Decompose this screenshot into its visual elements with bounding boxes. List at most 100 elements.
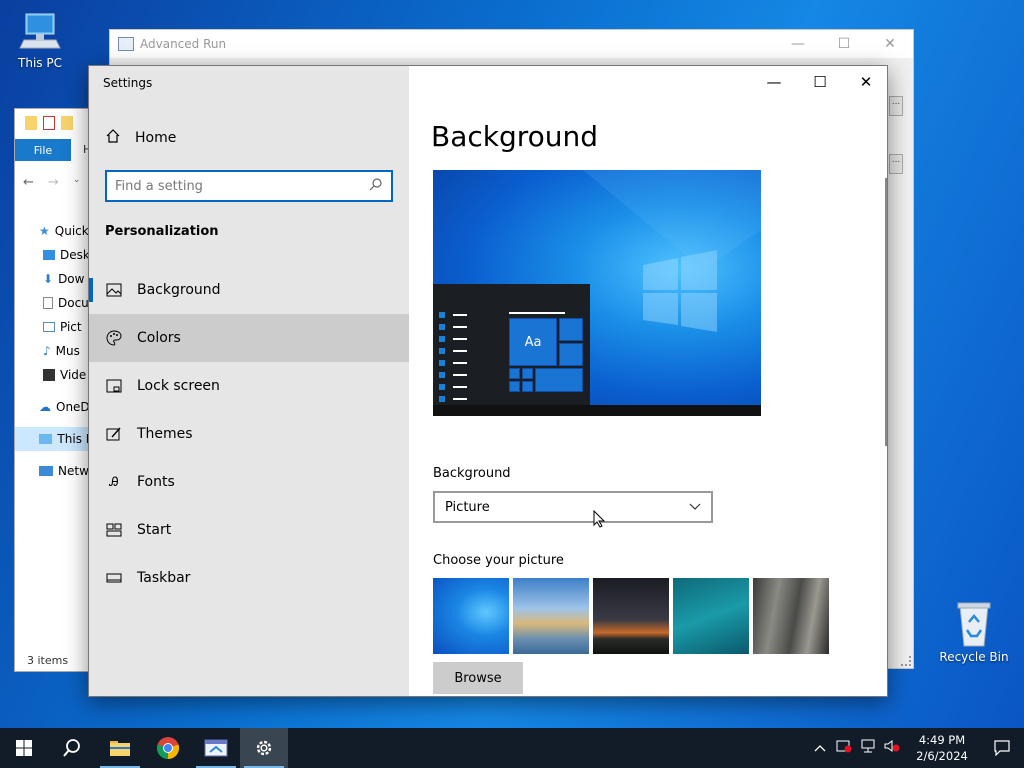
picture-thumbnail-beach[interactable] — [513, 578, 589, 654]
file-explorer-window: File H ← → ⌄ ★Quick Desk ⬇Dow Docu Pict … — [14, 108, 94, 672]
clock[interactable]: 4:49 PM 2/6/2024 — [904, 732, 980, 764]
picture-thumbnail-night-sky[interactable] — [593, 578, 669, 654]
tree-item-documents[interactable]: Docu — [15, 291, 93, 315]
sidebar-item-background[interactable]: Background — [89, 266, 409, 314]
tree-item-videos[interactable]: Vide — [15, 363, 93, 387]
sidebar-home[interactable]: Home — [105, 128, 176, 148]
ribbon-file-tab[interactable]: File — [15, 139, 71, 161]
taskbar-advanced-run[interactable] — [192, 728, 240, 768]
navigation-tree: ★ Quick Desk ⬇ Dow Docu Pict ♪ Mus Vide ☁ On… — [15, 219, 93, 483]
sidebar-item-taskbar[interactable]: Taskbar — [89, 554, 409, 602]
tree-item-label: Dow — [58, 272, 85, 286]
taskbar-chrome[interactable] — [144, 728, 192, 768]
start-menu-preview: Aa — [433, 284, 590, 405]
chevron-down-icon — [689, 500, 701, 514]
volume-muted-icon[interactable] — [880, 739, 904, 757]
tree-item-quick-access[interactable]: ★ Quick — [15, 219, 93, 243]
preview-tile-text: Aa — [509, 318, 557, 366]
clock-time: 4:49 PM — [918, 733, 966, 747]
minimize-icon[interactable]: — — [751, 66, 797, 98]
sidebar-item-lock-screen[interactable]: Lock screen — [89, 362, 409, 410]
taskbar-icon — [105, 569, 123, 587]
tree-item-music[interactable]: ♪ Mus — [15, 339, 93, 363]
tree-item-downloads[interactable]: ⬇ Dow — [15, 267, 93, 291]
lock-screen-icon — [105, 377, 123, 395]
scrollbar[interactable] — [885, 178, 887, 446]
background-dropdown[interactable]: Picture — [433, 491, 713, 523]
windows-start-icon — [16, 740, 32, 756]
new-folder-icon[interactable] — [61, 116, 73, 130]
window-controls: — ☐ ✕ — [751, 66, 887, 98]
network-icon[interactable] — [856, 739, 880, 757]
taskbar: 4:49 PM 2/6/2024 — [0, 728, 1024, 768]
resize-grip-icon[interactable] — [901, 656, 911, 666]
taskbar-file-explorer[interactable] — [96, 728, 144, 768]
advanced-run-browse-button-1[interactable]: ... — [889, 96, 903, 116]
network-icon — [39, 466, 53, 476]
image-icon — [105, 281, 123, 299]
tree-item-label: Vide — [60, 368, 87, 382]
search-box[interactable] — [105, 170, 393, 202]
clock-date: 2/6/2024 — [916, 749, 968, 763]
computer-icon — [18, 10, 62, 54]
notification-center-button[interactable] — [980, 728, 1024, 768]
desktop-icon-this-pc[interactable]: This PC — [0, 10, 80, 70]
desktop: This PC Recycle Bin Advanced Run — ☐ ✕ .… — [0, 0, 1024, 728]
maximize-icon[interactable]: ☐ — [821, 36, 867, 52]
fonts-icon: Ꭿ — [109, 474, 119, 490]
quick-access-toolbar — [15, 109, 93, 137]
picture-thumbnail-windows[interactable] — [433, 578, 509, 654]
browse-button[interactable]: Browse — [433, 662, 523, 694]
sidebar-item-start[interactable]: Start — [89, 506, 409, 554]
desktop-icon-recycle-bin[interactable]: Recycle Bin — [934, 600, 1014, 664]
advanced-run-title: Advanced Run — [140, 37, 227, 51]
maximize-icon[interactable]: ☐ — [797, 66, 843, 98]
tree-item-desktop[interactable]: Desk — [15, 243, 93, 267]
tree-item-this-pc[interactable]: This P — [15, 427, 93, 451]
settings-content-pane: — ☐ ✕ Background Aa Background Picture C… — [409, 66, 887, 696]
section-title: Personalization — [105, 224, 219, 239]
picture-thumbnail-underwater[interactable] — [673, 578, 749, 654]
sidebar-item-label: Fonts — [137, 474, 175, 490]
desktop-icon-label: This PC — [18, 56, 62, 70]
choose-picture-label: Choose your picture — [433, 553, 564, 568]
pictures-icon — [43, 322, 55, 332]
recycle-bin-icon — [952, 600, 996, 648]
folder-icon[interactable] — [25, 116, 37, 130]
taskbar-settings[interactable] — [240, 728, 288, 768]
close-icon[interactable]: ✕ — [867, 36, 913, 52]
properties-icon[interactable] — [43, 116, 55, 130]
tree-item-onedrive[interactable]: ☁ OneD — [15, 395, 93, 419]
background-label: Background — [433, 466, 511, 481]
explorer-nav-row: ← → ⌄ — [23, 175, 80, 190]
advanced-run-titlebar[interactable]: Advanced Run — ☐ ✕ — [110, 30, 913, 58]
palette-icon — [105, 329, 123, 347]
desktop-folder-icon — [43, 250, 55, 260]
sidebar-item-colors[interactable]: Colors — [89, 314, 409, 362]
tree-item-label: Netw — [58, 464, 89, 478]
video-icon — [43, 369, 55, 381]
sidebar-item-label: Background — [137, 282, 221, 298]
back-arrow-icon[interactable]: ← — [23, 175, 34, 190]
forward-arrow-icon[interactable]: → — [48, 175, 59, 190]
tree-item-network[interactable]: Netw — [15, 459, 93, 483]
tree-item-pictures[interactable]: Pict — [15, 315, 93, 339]
advanced-run-browse-button-2[interactable]: ... — [889, 154, 903, 174]
gear-icon — [256, 740, 272, 756]
search-icon[interactable] — [369, 177, 383, 195]
chevron-down-icon[interactable]: ⌄ — [73, 175, 81, 190]
computer-icon — [39, 434, 53, 444]
close-icon[interactable]: ✕ — [843, 66, 887, 98]
tree-item-label: Docu — [58, 296, 89, 310]
security-icon[interactable] — [832, 739, 856, 757]
tree-item-label: OneD — [56, 400, 90, 414]
start-button[interactable] — [0, 728, 48, 768]
chevron-up-icon[interactable] — [808, 741, 832, 756]
sidebar-item-fonts[interactable]: Ꭿ Fonts — [89, 458, 409, 506]
cloud-icon: ☁ — [39, 400, 51, 414]
sidebar-item-themes[interactable]: Themes — [89, 410, 409, 458]
search-input[interactable] — [115, 178, 369, 194]
minimize-icon[interactable]: — — [775, 36, 821, 52]
picture-thumbnail-rock[interactable] — [753, 578, 829, 654]
search-button[interactable] — [48, 728, 96, 768]
